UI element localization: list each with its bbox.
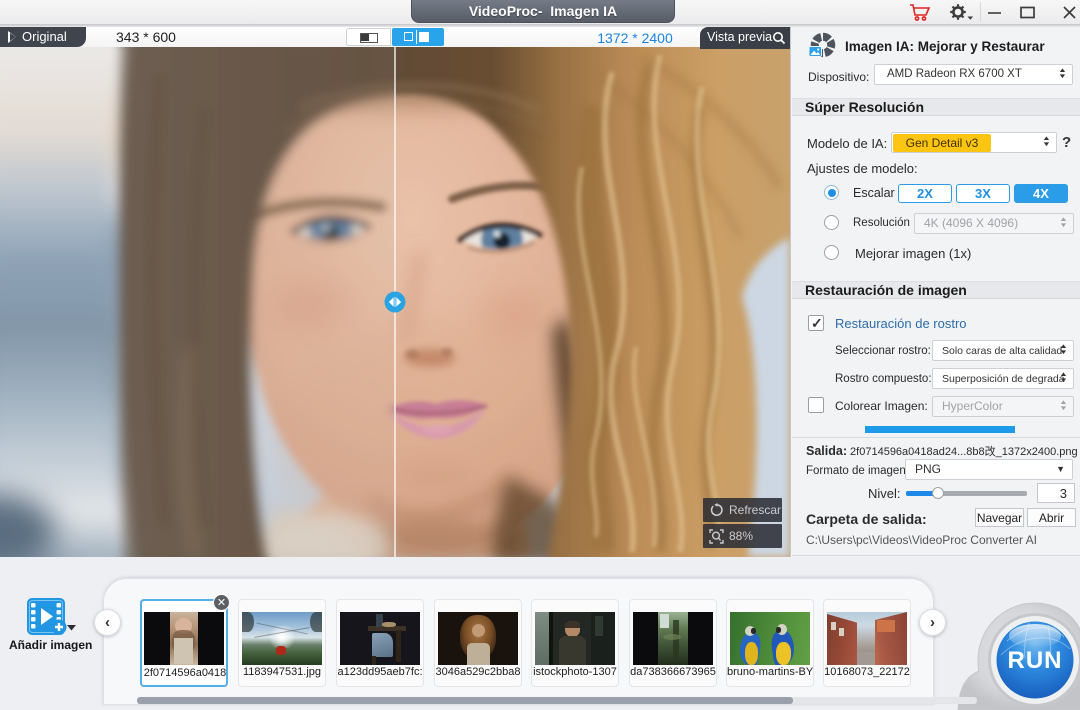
svg-text:RUN: RUN: [1008, 647, 1063, 674]
